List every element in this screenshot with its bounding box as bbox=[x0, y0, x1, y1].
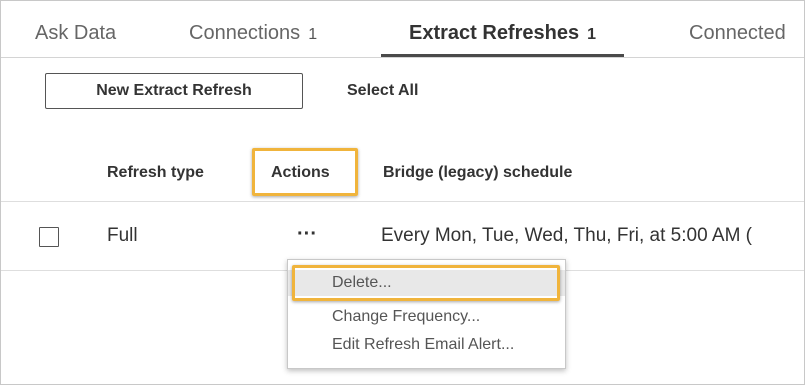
select-all-button[interactable]: Select All bbox=[347, 73, 418, 109]
column-header-refresh-type[interactable]: Refresh type bbox=[107, 155, 204, 191]
tab-label: Extract Refreshes bbox=[409, 22, 580, 44]
row-checkbox[interactable] bbox=[39, 227, 59, 247]
new-extract-refresh-button[interactable]: New Extract Refresh bbox=[45, 73, 303, 109]
actions-dropdown-menu: Delete... Change Frequency... Edit Refre… bbox=[287, 259, 566, 369]
site-content-panel: Ask Data Connections 1 Extract Refreshes 1… bbox=[0, 0, 805, 385]
tab-label: Ask Data bbox=[35, 22, 117, 44]
refresh-type-cell: Full bbox=[107, 225, 138, 246]
tab-label: Connected bbox=[689, 22, 786, 44]
tab-bar: Ask Data Connections 1 Extract Refreshes 1… bbox=[1, 1, 804, 58]
tab-ask-data[interactable]: Ask Data bbox=[35, 1, 116, 57]
actions-header-callout bbox=[252, 148, 358, 196]
schedule-cell: Every Mon, Tue, Wed, Thu, Fri, at 5:00 A… bbox=[381, 225, 753, 246]
menu-item-change-frequency[interactable]: Change Frequency... bbox=[288, 304, 565, 330]
menu-item-edit-refresh-email-alert[interactable]: Edit Refresh Email Alert... bbox=[288, 332, 565, 358]
tab-extract-refreshes[interactable]: Extract Refreshes 1 bbox=[381, 1, 624, 57]
menu-item-delete[interactable]: Delete... bbox=[288, 270, 565, 296]
tab-count-badge: 1 bbox=[308, 26, 318, 43]
tab-connections[interactable]: Connections 1 bbox=[189, 1, 317, 57]
tab-count-badge: 1 bbox=[587, 26, 596, 43]
tab-connected[interactable]: Connected bbox=[689, 1, 786, 57]
tab-label: Connections bbox=[189, 22, 301, 44]
more-actions-icon[interactable]: ··· bbox=[290, 219, 324, 249]
column-header-bridge-schedule[interactable]: Bridge (legacy) schedule bbox=[383, 155, 572, 191]
